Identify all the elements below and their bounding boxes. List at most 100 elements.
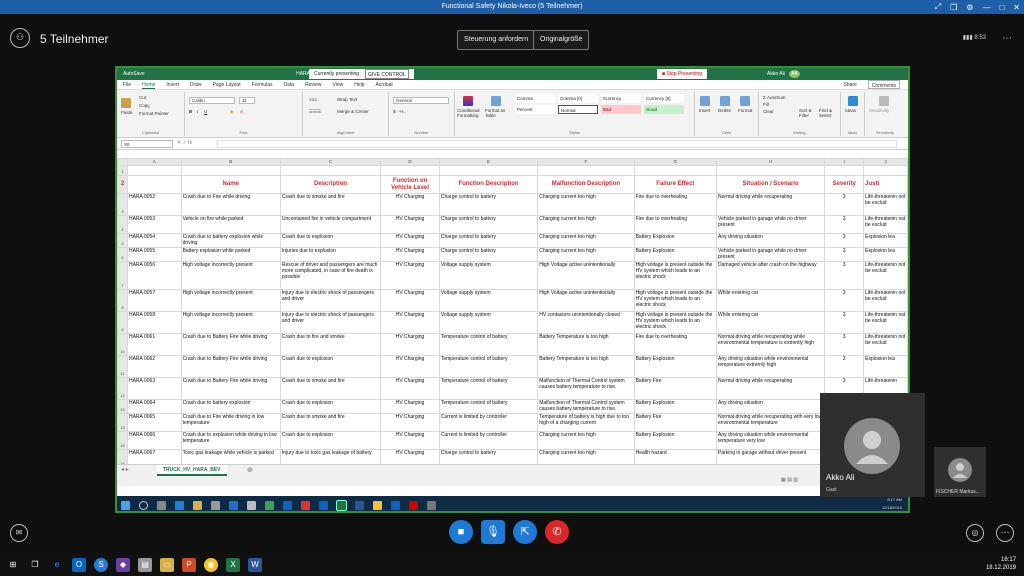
column-header[interactable]: G [633, 158, 718, 166]
cell[interactable]: Battery Explosion [633, 247, 718, 262]
style-normal[interactable]: Normal [558, 105, 598, 114]
cell[interactable]: Injuries due to explosion [279, 247, 382, 262]
microphone-icon[interactable]: 🎙 [481, 520, 505, 544]
tab-acrobat[interactable]: Acrobat [376, 80, 393, 89]
cell[interactable]: High voltage is present outside the HV s… [633, 289, 718, 312]
clear-button[interactable]: Clear [763, 109, 774, 114]
cell[interactable]: HV Charging [380, 261, 440, 290]
cell[interactable]: Fire due to overheating [633, 193, 718, 216]
remote-outlook-icon[interactable] [283, 501, 292, 510]
row-number[interactable]: 4 [117, 215, 128, 234]
cell[interactable]: HV Charging [380, 193, 440, 216]
cell[interactable] [126, 165, 182, 176]
row-number[interactable]: 3 [117, 193, 128, 216]
cell[interactable]: Any driving situation [716, 399, 826, 414]
tab-file[interactable]: File [123, 80, 131, 89]
format-cells-icon[interactable] [740, 96, 750, 106]
header-cell[interactable]: Description [279, 175, 382, 194]
minimize-icon[interactable]: — [982, 3, 990, 12]
row-number[interactable]: 14 [117, 413, 128, 432]
participants-icon[interactable]: ⚇ [10, 28, 30, 48]
row-number[interactable]: 13 [117, 399, 128, 414]
original-size-button[interactable]: Originalgröße [533, 30, 590, 50]
row-number[interactable]: 5 [117, 233, 128, 248]
tab-insert[interactable]: Insert [166, 80, 179, 89]
cell[interactable]: High voltage incorrectly present [180, 289, 281, 312]
cell[interactable]: Battery Explosion [633, 431, 718, 450]
cell[interactable]: Crash due to explosion [279, 355, 382, 378]
cell[interactable]: HARA 0056 [126, 261, 182, 290]
cell[interactable]: Crash due to Battery Fire while driving [180, 333, 281, 356]
fx-icon[interactable]: ✕ ✓ fx [177, 140, 192, 146]
remote-outlook2-icon[interactable] [391, 501, 400, 510]
merge-center-button[interactable]: Merge & Center [337, 109, 369, 114]
cell[interactable]: Battery Explosion [633, 399, 718, 414]
corner-cell[interactable] [117, 158, 128, 166]
explorer-icon[interactable]: ▭ [160, 558, 174, 572]
cell[interactable]: Temperature control of battery [438, 377, 539, 400]
header-cell[interactable]: Function Description [438, 175, 539, 194]
bold-icon[interactable]: B [189, 109, 192, 114]
app-icon[interactable]: ◆ [116, 558, 130, 572]
cell[interactable]: Charging current too high [537, 449, 635, 464]
cell[interactable]: High voltage incorrectly present [180, 261, 281, 290]
device-settings-icon[interactable]: ◎ [966, 524, 984, 542]
header-cell[interactable]: Situation / Scenario [716, 175, 826, 194]
remote-word-icon[interactable] [355, 501, 364, 510]
cell[interactable]: 3 [824, 333, 865, 356]
cell[interactable]: Life-threatenin not be exclud [863, 215, 908, 234]
cell[interactable]: Any driving situation while environmenta… [716, 355, 826, 378]
cell[interactable]: Charge control to battery [438, 193, 539, 216]
row-number[interactable]: 6 [117, 247, 128, 262]
cell[interactable]: While entering car [716, 311, 826, 334]
conditional-formatting-icon[interactable] [463, 96, 473, 106]
header-cell[interactable]: Malfunction Description [537, 175, 635, 194]
cell[interactable]: 3 [824, 215, 865, 234]
row-number[interactable]: 12 [117, 377, 128, 400]
cell[interactable]: HV Charging [380, 377, 440, 400]
cell[interactable]: Fire due to overheating [633, 333, 718, 356]
currency-icon[interactable]: $ · % , [393, 109, 406, 114]
cell[interactable]: Vehicle parked in garage while no driver… [716, 215, 826, 234]
cell[interactable]: Life-threatenin not be exclud [863, 333, 908, 356]
remote-app-icon[interactable] [247, 501, 256, 510]
cell[interactable]: Vehicle parked in garage while no driver… [716, 247, 826, 262]
cell[interactable]: HARA 0055 [126, 247, 182, 262]
cell[interactable]: Charge control to battery [438, 215, 539, 234]
cell[interactable]: High Voltage active unintentionally [537, 261, 635, 290]
outlook-icon[interactable]: O [72, 558, 86, 572]
maximize-icon[interactable]: □ [999, 3, 1004, 12]
edge-icon[interactable]: e [50, 558, 64, 572]
cell[interactable]: Toxic gas leakage while vehicle is parke… [180, 449, 281, 464]
name-box[interactable]: S8 [121, 140, 173, 148]
cell[interactable] [279, 165, 382, 176]
cell[interactable]: HARA 0062 [126, 355, 182, 378]
delete-button[interactable]: Delete [718, 108, 731, 113]
underline-icon[interactable]: U [204, 109, 207, 114]
cell[interactable]: HV Charging [380, 233, 440, 248]
find-select-button[interactable]: Find & Select [819, 108, 839, 118]
sort-filter-button[interactable]: Sort & Filter [799, 108, 817, 118]
sheet-nav-icon[interactable]: ◂ ▸ [121, 466, 129, 473]
more-options-icon[interactable]: ⋯ [1002, 33, 1012, 44]
remote-store-icon[interactable] [211, 501, 220, 510]
cell[interactable]: Normal driving while recuperating [716, 193, 826, 216]
cell[interactable]: Malfunction of Thermal Control system ca… [537, 377, 635, 400]
cell[interactable]: Crash due to explosion [279, 431, 382, 450]
share-screen-icon[interactable]: ⇱ [513, 520, 537, 544]
autosave-label[interactable]: AutoSave [123, 71, 145, 77]
video-tile-main[interactable]: Akko Ali Gast [820, 393, 925, 497]
remote-explorer-icon[interactable] [193, 501, 202, 510]
cell[interactable]: Any driving situation while environmenta… [716, 431, 826, 450]
header-cell[interactable] [126, 175, 182, 194]
cut-button[interactable]: Cut [139, 95, 146, 100]
remote-search-icon[interactable] [139, 501, 148, 510]
cell[interactable]: Normal driving while recuperating [716, 377, 826, 400]
sensitivity-button[interactable]: Sensitivity [869, 108, 889, 113]
cell[interactable]: Rescue of driver and passengers are much… [279, 261, 382, 290]
cell[interactable]: Battery Explosion [633, 355, 718, 378]
view-buttons-icon[interactable]: ▦ ▤ ▥ [781, 477, 798, 483]
row-number[interactable]: 10 [117, 333, 128, 356]
cell[interactable] [180, 165, 281, 176]
cell[interactable] [863, 165, 908, 176]
